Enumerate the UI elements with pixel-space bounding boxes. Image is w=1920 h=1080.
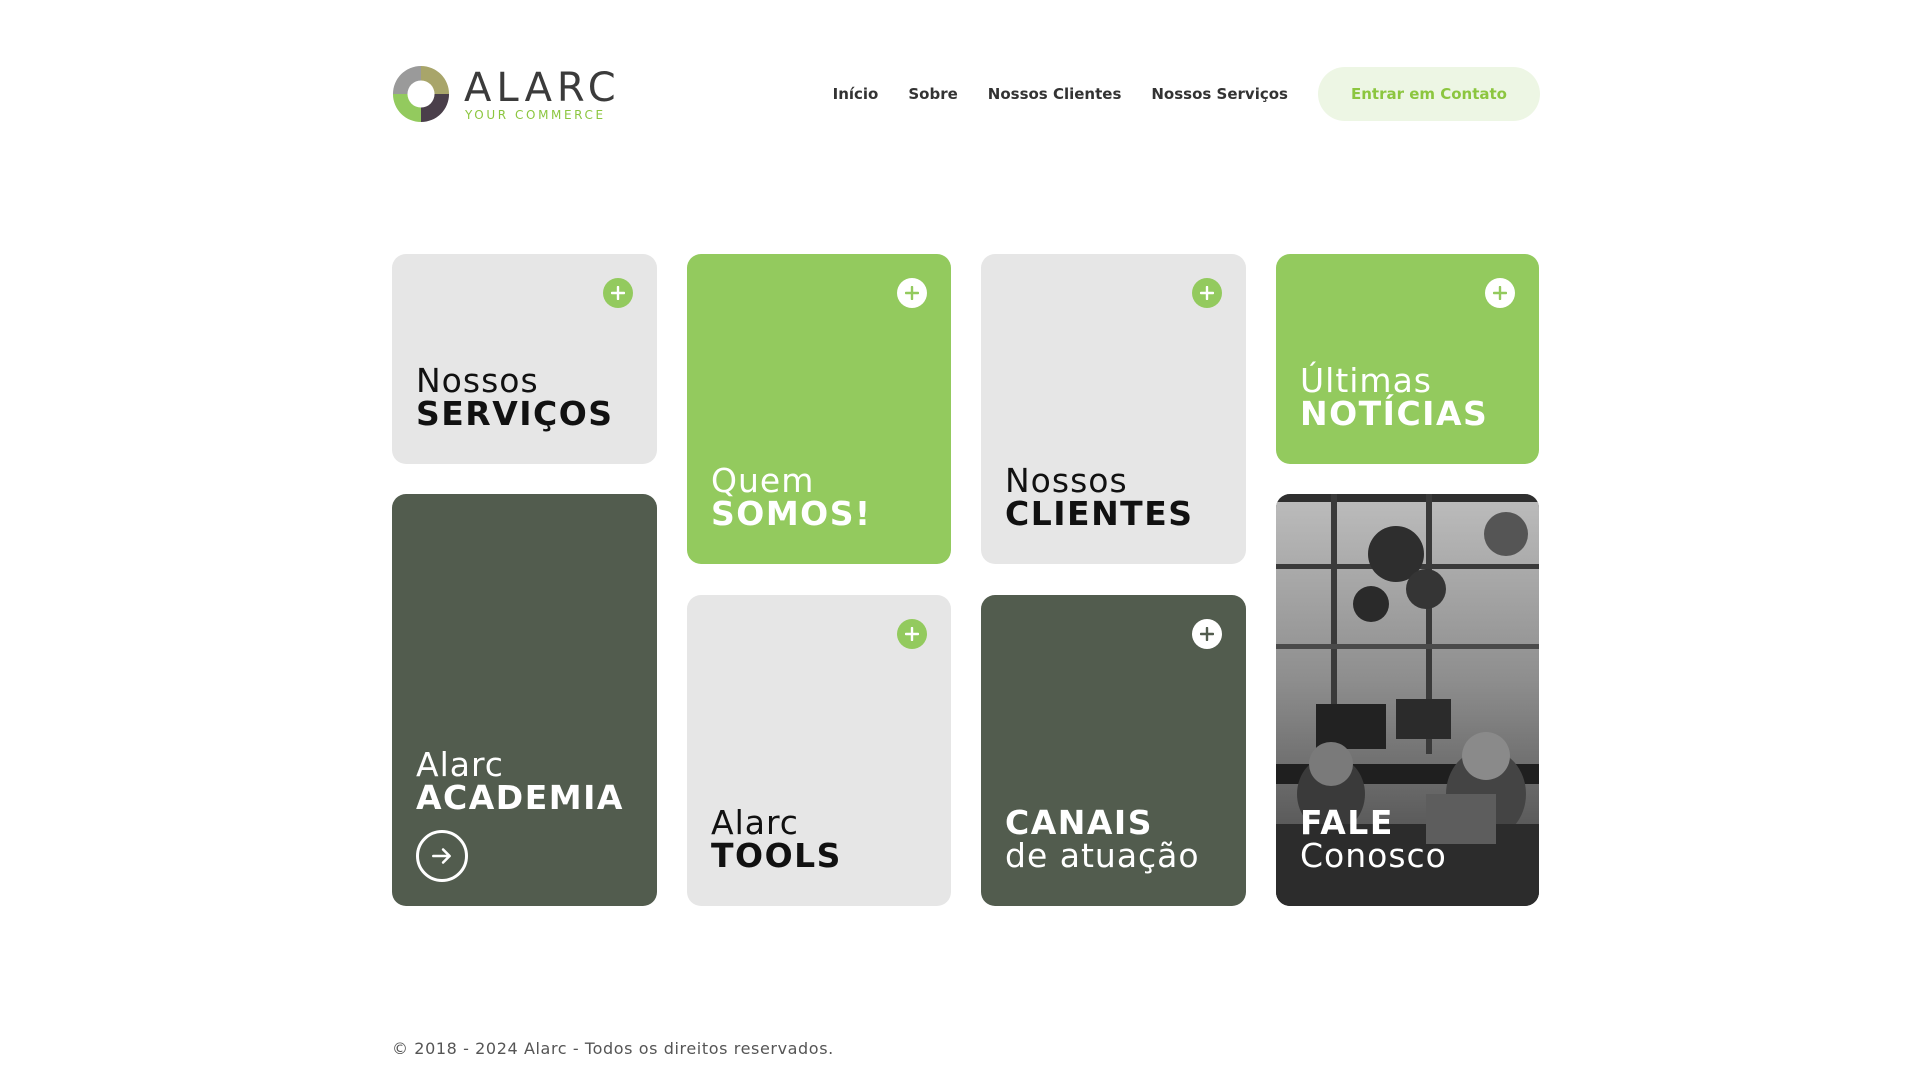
card-alarc-tools[interactable]: Alarc TOOLS xyxy=(687,595,951,906)
card-title-bold: SERVIÇOS xyxy=(416,394,614,433)
footer-copyright: © 2018 - 2024 Alarc - Todos os direitos … xyxy=(392,1039,834,1058)
card-alarc-academia[interactable]: Alarc ACADEMIA xyxy=(392,494,657,906)
card-title-light: Alarc xyxy=(711,803,799,842)
card-title-bold: FALE xyxy=(1300,803,1394,842)
card-nossos-clientes[interactable]: Nossos CLIENTES xyxy=(981,254,1246,564)
card-title: FALE Conosco xyxy=(1300,806,1447,872)
card-title-bold: SOMOS! xyxy=(711,494,872,533)
plus-icon[interactable] xyxy=(897,619,927,649)
card-title: Últimas NOTÍCIAS xyxy=(1300,364,1488,430)
card-title: Alarc TOOLS xyxy=(711,806,842,872)
nav-link-inicio[interactable]: Início xyxy=(833,85,879,103)
card-title-light: Conosco xyxy=(1300,836,1447,875)
card-title-bold: CANAIS xyxy=(1005,803,1153,842)
card-title: Nossos CLIENTES xyxy=(1005,464,1194,530)
card-fale-conosco[interactable]: FALE Conosco xyxy=(1276,494,1539,906)
card-title: CANAIS de atuação xyxy=(1005,806,1200,872)
card-ultimas-noticias[interactable]: Últimas NOTÍCIAS xyxy=(1276,254,1539,464)
card-title: Alarc ACADEMIA xyxy=(416,748,624,814)
logo[interactable]: ALARC YOUR COMMERCE xyxy=(392,63,616,125)
plus-icon[interactable] xyxy=(1192,619,1222,649)
card-title-light: de atuação xyxy=(1005,836,1200,875)
card-title-light: Nossos xyxy=(416,361,539,400)
nav-link-nossos-clientes[interactable]: Nossos Clientes xyxy=(988,85,1122,103)
card-title: Nossos SERVIÇOS xyxy=(416,364,614,430)
card-title-light: Alarc xyxy=(416,745,504,784)
card-canais-de-atuacao[interactable]: CANAIS de atuação xyxy=(981,595,1246,906)
plus-icon[interactable] xyxy=(1485,278,1515,308)
card-title-light: Últimas xyxy=(1300,361,1432,400)
logo-wordmark: ALARC xyxy=(464,65,621,111)
nav-link-nossos-servicos[interactable]: Nossos Serviços xyxy=(1151,85,1288,103)
contact-button[interactable]: Entrar em Contato xyxy=(1317,67,1540,121)
plus-icon[interactable] xyxy=(1192,278,1222,308)
plus-icon[interactable] xyxy=(897,278,927,308)
main-nav: Início Sobre Nossos Clientes Nossos Serv… xyxy=(803,67,1540,121)
arrow-right-circle-icon[interactable] xyxy=(416,830,468,882)
logo-tagline: YOUR COMMERCE xyxy=(465,108,606,122)
card-title-light: Quem xyxy=(711,461,815,500)
nav-link-sobre[interactable]: Sobre xyxy=(908,85,957,103)
card-nossos-servicos[interactable]: Nossos SERVIÇOS xyxy=(392,254,657,464)
card-title-bold: ACADEMIA xyxy=(416,778,624,817)
card-title-bold: TOOLS xyxy=(711,836,842,875)
card-title: Quem SOMOS! xyxy=(711,464,872,530)
card-quem-somos[interactable]: Quem SOMOS! xyxy=(687,254,951,564)
card-title-light: Nossos xyxy=(1005,461,1128,500)
card-title-bold: CLIENTES xyxy=(1005,494,1194,533)
logo-mark-icon xyxy=(392,65,450,123)
card-title-bold: NOTÍCIAS xyxy=(1300,394,1489,433)
plus-icon[interactable] xyxy=(603,278,633,308)
